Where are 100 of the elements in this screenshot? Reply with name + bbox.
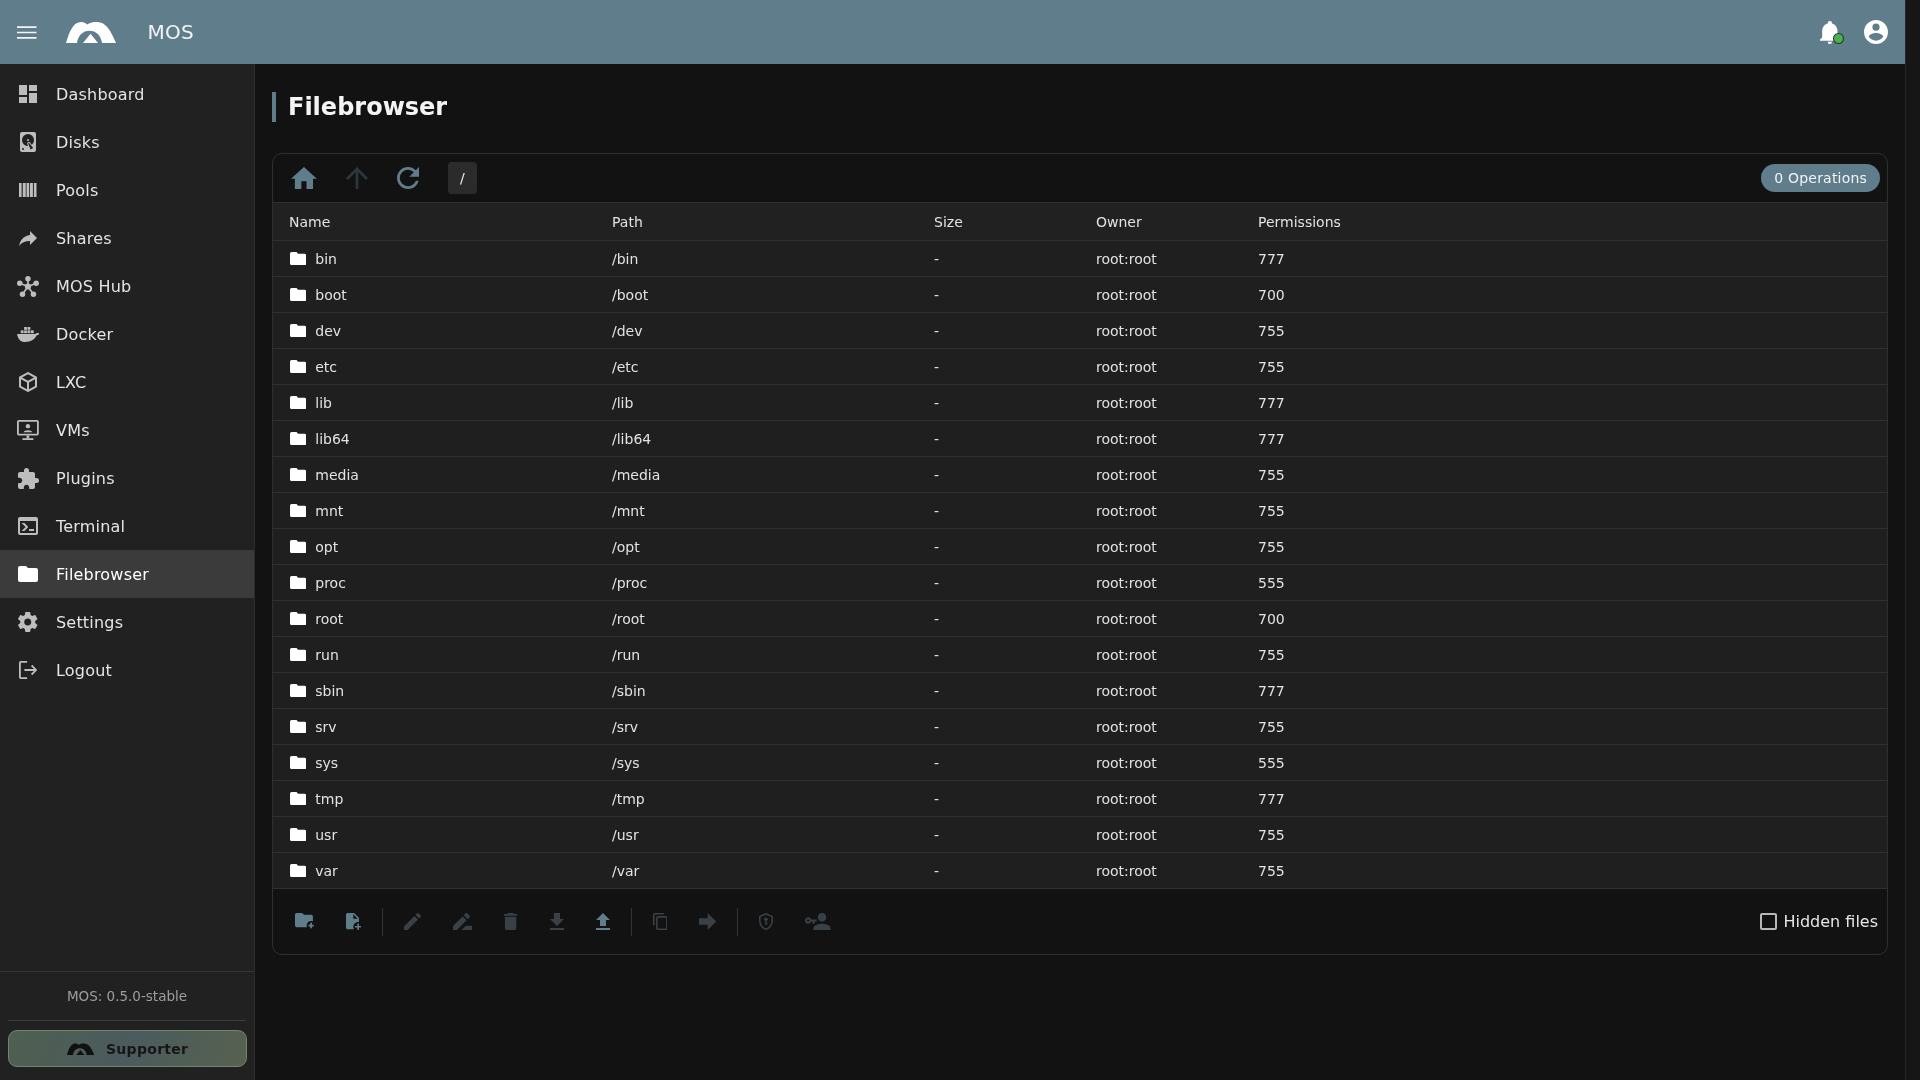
table-cell-text: root:root [1095,322,1158,339]
version-label: MOS: 0.5.0-stable [66,988,188,1004]
logo-icon [66,1042,94,1055]
table-row[interactable]: lib /lib - root:root 777 [273,385,1887,421]
table-cell-text: root:root [1095,250,1158,267]
monitor-person-icon [17,420,39,440]
nav-item[interactable]: Docker [0,310,254,358]
column-header: Size [933,213,964,230]
file-name: lib [315,394,332,411]
table-cell-text: /var [611,862,641,879]
file-name: srv [315,718,337,735]
page-title: Filebrowser [272,92,448,122]
table-cell-text: /lib64 [611,430,653,447]
table-cell-text: 777 [1257,790,1286,807]
breadcrumb-item[interactable]: / [447,162,477,194]
home-icon[interactable] [291,167,317,189]
table-cell-text: /usr [611,826,640,843]
nav-item[interactable]: MOS Hub [0,262,254,310]
folder-icon [290,324,307,337]
nav-item[interactable]: LXC [0,358,254,406]
table-cell-text: - [933,394,941,411]
table-cell-text: - [933,790,941,807]
table-cell-text: root:root [1095,538,1158,555]
bars-icon [19,183,37,197]
table-cell-text: 700 [1257,286,1286,303]
table-row[interactable]: dev /dev - root:root 755 [273,313,1887,349]
table-cell-text: 555 [1257,754,1286,771]
table-cell-text: /opt [611,538,641,555]
checkbox-label[interactable]: Hidden files [1783,912,1878,931]
checkbox[interactable] [1760,913,1778,930]
folder-icon [290,468,307,481]
table-cell-text: root:root [1095,754,1158,771]
table-cell-text: 755 [1257,322,1286,339]
file-name: media [315,466,359,483]
logo-icon [65,21,116,43]
table-cell-text: - [933,610,941,627]
table-row[interactable]: tmp /tmp - root:root 777 [273,781,1887,817]
table-cell-text: 777 [1257,682,1286,699]
share-arrow-icon [19,230,37,246]
table-cell-text: - [933,286,941,303]
nav-item[interactable]: Pools [0,166,254,214]
folder-plus-icon[interactable] [295,913,314,930]
nav-item[interactable]: Settings [0,598,254,646]
table-row[interactable]: root /root - root:root 700 [273,601,1887,637]
folder-icon [290,396,307,409]
file-name: proc [315,574,346,591]
nav-item[interactable]: Plugins [0,454,254,502]
table-row[interactable]: sys /sys - root:root 555 [273,745,1887,781]
table-cell-text: 755 [1257,646,1286,663]
file-plus-icon[interactable] [345,913,362,930]
table-row[interactable]: lib64 /lib64 - root:root 777 [273,421,1887,457]
file-name: boot [315,286,347,303]
nav-item[interactable]: VMs [0,406,254,454]
upload-icon[interactable] [595,913,610,930]
folder-icon [290,828,307,841]
table-row[interactable]: run /run - root:root 755 [273,637,1887,673]
table-row[interactable]: srv /srv - root:root 755 [273,709,1887,745]
logout-icon [18,661,38,679]
nav-item[interactable]: Terminal [0,502,254,550]
folder-icon [290,648,307,661]
file-name: usr [315,826,338,843]
nav-item[interactable]: Shares [0,214,254,262]
table-row[interactable]: var /var - root:root 755 [273,853,1887,889]
table-cell-text: /sbin [611,682,647,699]
table-cell-text: 755 [1257,826,1286,843]
folder-icon [290,360,307,373]
nav-item[interactable]: Dashboard [0,70,254,118]
table-cell-text: 700 [1257,610,1286,627]
nav-item[interactable]: Disks [0,118,254,166]
nav-item[interactable]: Filebrowser [0,550,254,598]
folder-icon [290,252,307,265]
file-name: opt [315,538,339,555]
refresh-icon[interactable] [396,167,419,189]
menu-icon[interactable] [17,25,37,39]
table-cell-text: - [933,754,941,771]
table-row[interactable]: opt /opt - root:root 755 [273,529,1887,565]
table-cell-text: 755 [1257,862,1286,879]
folder-icon [290,612,307,625]
folder-icon [18,566,38,582]
nav-item[interactable]: Logout [0,646,254,694]
table-row[interactable]: proc /proc - root:root 555 [273,565,1887,601]
column-header: Name [288,213,332,230]
table-row[interactable]: sbin /sbin - root:root 777 [273,673,1887,709]
whale-icon [16,326,40,342]
table-cell-text: root:root [1095,502,1158,519]
account-icon[interactable] [1864,20,1888,44]
table-cell-text: root:root [1095,430,1158,447]
table-row[interactable]: usr /usr - root:root 755 [273,817,1887,853]
table-row[interactable]: boot /boot - root:root 700 [273,277,1887,313]
table-row[interactable]: etc /etc - root:root 755 [273,349,1887,385]
folder-icon [290,756,307,769]
file-name: var [315,862,338,879]
table-row[interactable]: media /media - root:root 755 [273,457,1887,493]
table-cell-text: /etc [611,358,640,375]
table-cell-text: /lib [611,394,635,411]
table-cell-text: root:root [1095,790,1158,807]
table-row[interactable]: bin /bin - root:root 777 [273,241,1887,277]
table-row[interactable]: mnt /mnt - root:root 755 [273,493,1887,529]
operations-button[interactable]: 0 Operations [1761,164,1880,192]
table-cell-text: root:root [1095,286,1158,303]
